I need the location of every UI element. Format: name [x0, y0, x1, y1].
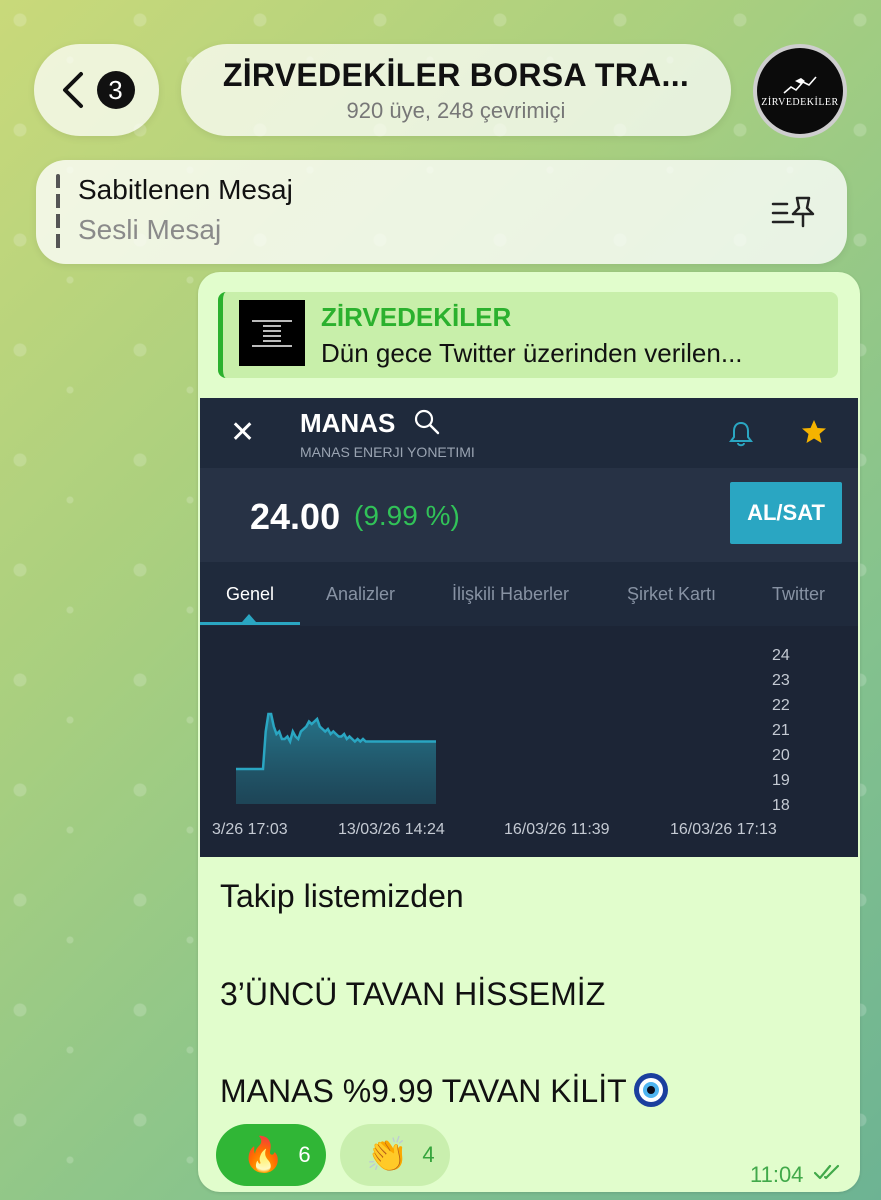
price-row: 24.00 (9.99 %) AL/SAT — [200, 468, 858, 562]
message-bubble[interactable]: ZİRVEDEKİLER Dün gece Twitter üzerinden … — [198, 272, 860, 1192]
y-tick-label: 23 — [772, 672, 790, 689]
reaction-fire[interactable]: 🔥 6 — [216, 1124, 326, 1186]
pinned-indicator — [56, 174, 60, 250]
reply-thumbnail — [239, 300, 305, 366]
pinned-preview: Sesli Mesaj — [78, 214, 222, 245]
reaction-clap[interactable]: 👏 4 — [340, 1124, 450, 1186]
company-name: MANAS ENERJI YONETIMI — [300, 444, 475, 460]
stock-header: ✕ MANAS MANAS ENERJI YONETIMI — [200, 398, 858, 468]
y-tick-label: 22 — [772, 697, 790, 714]
clapping-hands-icon: 👏 — [366, 1135, 409, 1175]
pin-list-icon[interactable] — [771, 194, 817, 230]
stock-price: 24.00 — [250, 496, 341, 537]
message-line-3: MANAS %9.99 TAVAN KİLİT — [220, 1072, 669, 1110]
nazar-amulet-icon — [633, 1073, 668, 1107]
y-tick-label: 18 — [772, 797, 790, 814]
chat-title: ZİRVEDEKİLER BORSA TRA... — [222, 56, 690, 93]
chat-member-status: 920 üye, 248 çevrimiçi — [346, 97, 566, 123]
tab-sirket-karti: Şirket Kartı — [627, 584, 717, 604]
tab-twitter: Twitter — [772, 584, 826, 604]
y-tick-label: 19 — [772, 772, 790, 789]
pinned-message-bar[interactable]: Sabitlenen Mesaj Sesli Mesaj — [36, 160, 847, 264]
reply-text: Dün gece Twitter üzerinden verilen... — [321, 338, 743, 368]
stock-tabs: Genel Analizler İlişkili Haberler Şirket… — [200, 562, 858, 626]
bull-chart-logo-icon — [783, 75, 817, 94]
group-avatar[interactable]: ZİRVEDEKİLER — [753, 44, 847, 138]
stock-screenshot-image[interactable]: ✕ MANAS MANAS ENERJI YONETIMI 24.00 (9.9… — [200, 398, 858, 857]
y-tick-label: 20 — [772, 747, 790, 764]
message-time: 11:04 — [750, 1162, 804, 1187]
x-tick-label: 16/03/26 17:13 — [670, 821, 777, 838]
pinned-title: Sabitlenen Mesaj — [78, 174, 293, 205]
unread-count-badge: 3 — [96, 71, 135, 109]
message-line-2: 3’ÜNCÜ TAVAN HİSSEMİZ — [220, 976, 606, 1012]
close-icon: ✕ — [230, 416, 256, 449]
back-button[interactable]: 3 — [34, 44, 159, 136]
active-tab-underline — [200, 622, 300, 625]
reply-author: ZİRVEDEKİLER — [321, 302, 512, 332]
x-tick-label: 3/26 17:03 — [212, 821, 288, 838]
trade-button: AL/SAT — [730, 482, 842, 544]
reaction-count: 4 — [422, 1142, 435, 1167]
x-tick-label: 13/03/26 14:24 — [338, 821, 445, 838]
bell-icon — [729, 421, 753, 447]
star-icon — [802, 420, 826, 443]
stock-change: (9.99 %) — [354, 500, 460, 531]
tab-genel: Genel — [226, 584, 275, 604]
price-chart: 24 23 22 21 20 19 18 3/26 17:03 13/03/26 14:24 16… — [212, 647, 790, 838]
tab-iliskili-haberler: İlişkili Haberler — [452, 584, 570, 604]
active-tab-caret — [242, 614, 256, 622]
avatar-label: ZİRVEDEKİLER — [761, 96, 839, 108]
chevron-left-icon — [62, 72, 83, 108]
search-icon — [414, 409, 440, 435]
tab-analizler: Analizler — [326, 584, 396, 604]
stock-symbol: MANAS — [300, 408, 396, 438]
chat-header[interactable]: ZİRVEDEKİLER BORSA TRA... 920 üye, 248 ç… — [181, 44, 731, 136]
message-line-3-text: MANAS %9.99 TAVAN KİLİT — [220, 1073, 627, 1109]
fire-icon: 🔥 — [242, 1135, 285, 1175]
read-double-check-icon — [814, 1164, 840, 1180]
message-line-1: Takip listemizden — [220, 878, 464, 914]
reaction-count: 6 — [298, 1142, 311, 1167]
y-tick-label: 21 — [772, 722, 790, 739]
x-tick-label: 16/03/26 11:39 — [504, 821, 610, 838]
y-tick-label: 24 — [772, 647, 790, 664]
forwarded-reply-preview[interactable]: ZİRVEDEKİLER Dün gece Twitter üzerinden … — [218, 292, 838, 378]
